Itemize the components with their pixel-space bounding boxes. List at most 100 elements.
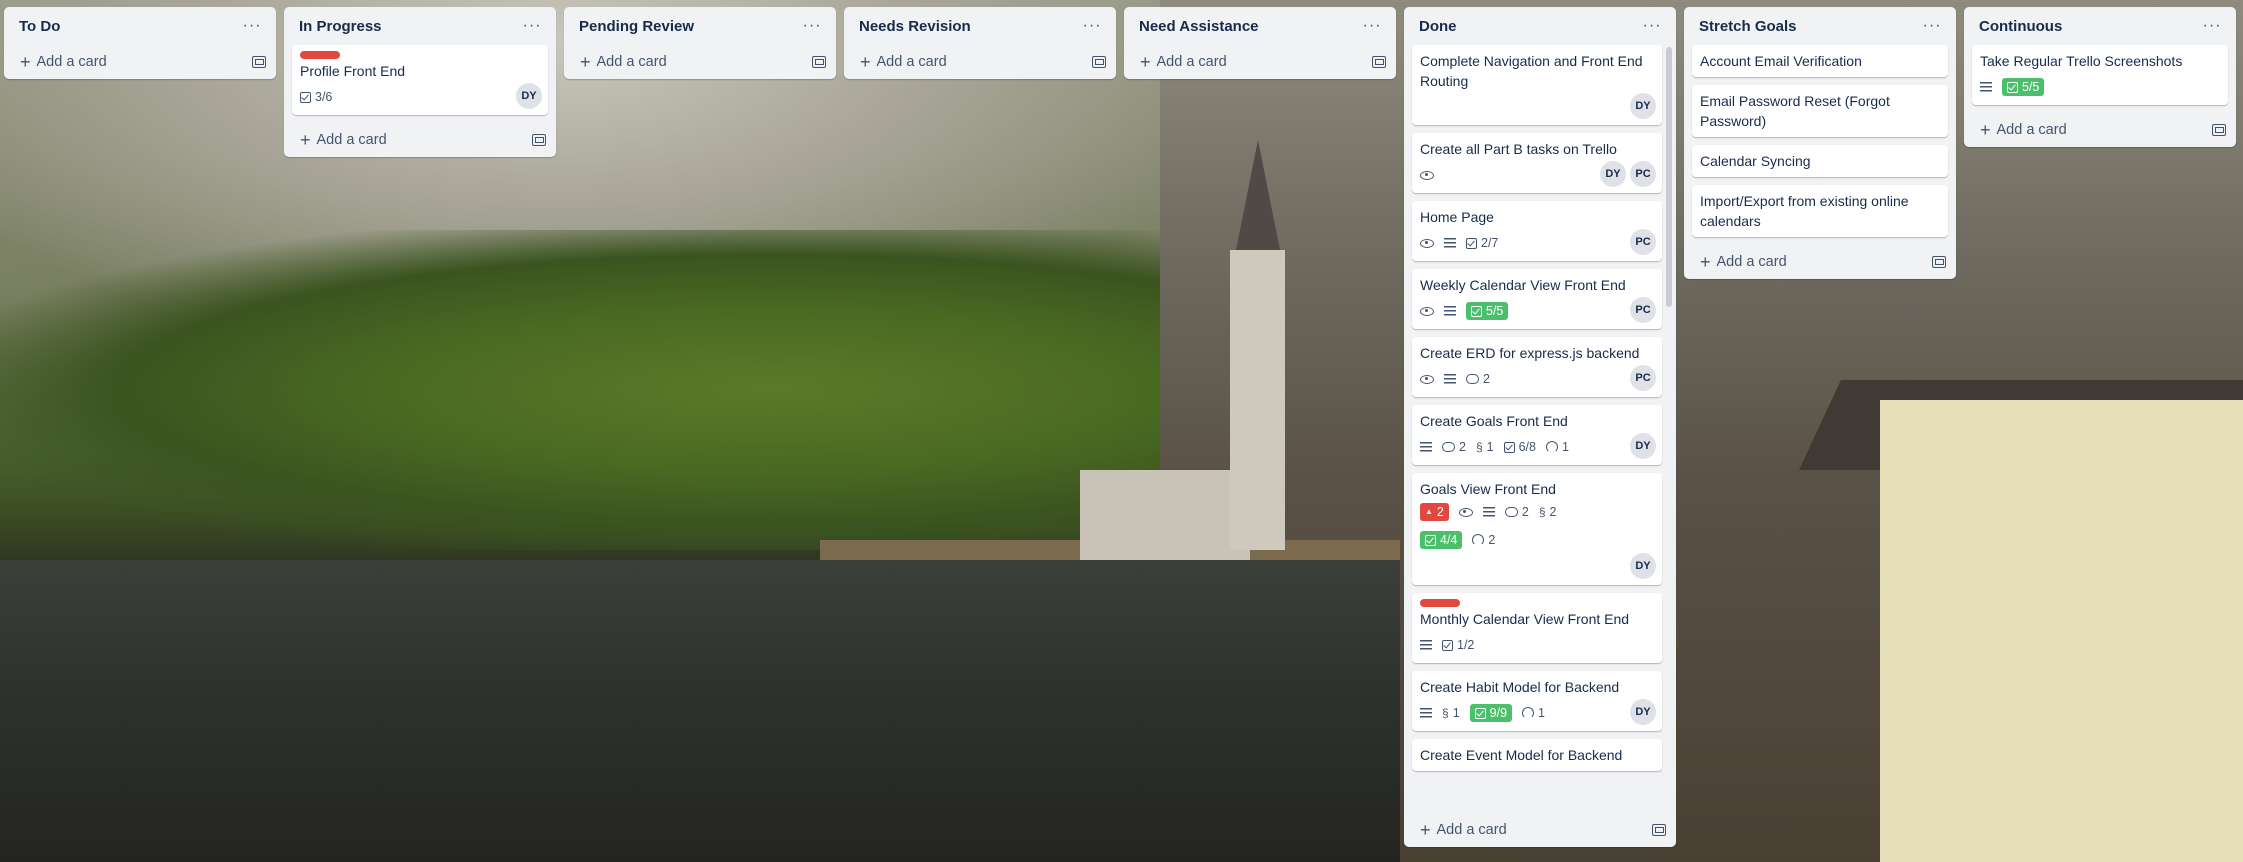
description-icon — [1444, 306, 1456, 316]
attachments-badge: § 1 — [1442, 706, 1460, 720]
avatar[interactable]: PC — [1630, 297, 1656, 323]
checklist-icon — [1503, 441, 1515, 453]
plus-icon: + — [860, 52, 871, 72]
plus-icon: + — [1420, 820, 1431, 840]
card-title: Create Habit Model for Backend — [1420, 679, 1620, 695]
card[interactable]: Create Event Model for Backend — [1412, 739, 1662, 771]
card[interactable]: Weekly Calendar View Front End 5/5 PC — [1412, 269, 1662, 329]
card[interactable]: Profile Front End 3/6 DY — [292, 45, 548, 115]
avatar[interactable]: DY — [1630, 699, 1656, 725]
template-icon[interactable] — [2212, 124, 2226, 136]
comment-icon — [1504, 507, 1518, 517]
description-icon — [1482, 507, 1495, 517]
github-badge: 1 — [1522, 706, 1545, 720]
add-card-button[interactable]: + Add a card — [300, 131, 387, 149]
card-list: Take Regular Trello Screenshots 5/5 — [1964, 45, 2236, 105]
add-card-label: Add a card — [1716, 254, 1787, 270]
paperclip-icon: § — [1475, 440, 1483, 454]
checklist-complete-badge: 4/4 — [1420, 531, 1463, 549]
card[interactable]: Import/Export from existing online calen… — [1692, 185, 1948, 237]
description-badge — [1444, 374, 1456, 384]
attachments-badge: § 2 — [1539, 505, 1557, 519]
comments-badge: 2 — [1504, 505, 1529, 519]
avatar[interactable]: DY — [516, 83, 542, 109]
template-icon[interactable] — [812, 56, 826, 68]
avatar[interactable]: DY — [1630, 553, 1656, 579]
avatar[interactable]: PC — [1630, 365, 1656, 391]
comments-badge: 2 — [1466, 372, 1490, 386]
list-title: Need Assistance — [1139, 17, 1259, 35]
scrollbar[interactable] — [1666, 47, 1672, 307]
template-icon[interactable] — [1652, 824, 1666, 836]
attachments-count: 1 — [1452, 706, 1460, 720]
add-card-button[interactable]: + Add a card — [1980, 121, 2067, 139]
card-badges: 5/5 — [1980, 75, 2220, 99]
add-card-label: Add a card — [1156, 54, 1227, 70]
list-menu-icon[interactable]: ··· — [1920, 18, 1944, 34]
github-badge: 1 — [1545, 440, 1569, 454]
avatar[interactable]: PC — [1630, 161, 1656, 187]
list-menu-icon[interactable]: ··· — [520, 18, 544, 34]
card[interactable]: Create Habit Model for Backend § 1 9/9 1 DY — [1412, 671, 1662, 731]
template-icon[interactable] — [1932, 256, 1946, 268]
list-menu-icon[interactable]: ··· — [2200, 18, 2224, 34]
card-label[interactable] — [300, 51, 340, 59]
card[interactable]: Home Page 2/7 PC — [1412, 201, 1662, 261]
checklist-icon — [2007, 81, 2018, 93]
eye-icon — [1420, 374, 1434, 384]
list-to-do: To Do ··· + Add a card — [4, 7, 276, 79]
avatar[interactable]: PC — [1630, 229, 1656, 255]
avatar[interactable]: DY — [1630, 93, 1656, 119]
checklist-count: 6/8 — [1518, 440, 1536, 454]
list-menu-icon[interactable]: ··· — [1360, 18, 1384, 34]
template-icon[interactable] — [252, 56, 266, 68]
list-header: Done ··· — [1404, 7, 1676, 45]
card[interactable]: Create Goals Front End 2 § 1 6/8 1 DY — [1412, 405, 1662, 465]
checklist-icon — [1466, 237, 1477, 249]
add-card-button[interactable]: + Add a card — [580, 53, 667, 71]
card[interactable]: Email Password Reset (Forgot Password) — [1692, 85, 1948, 137]
notifications-badge: ▲ 2 — [1420, 503, 1449, 521]
card[interactable]: Create all Part B tasks on Trello DY PC — [1412, 133, 1662, 193]
card-label[interactable] — [1420, 599, 1460, 607]
list-menu-icon[interactable]: ··· — [240, 18, 264, 34]
card-title: Account Email Verification — [1700, 53, 1862, 69]
card[interactable]: Take Regular Trello Screenshots 5/5 — [1972, 45, 2228, 105]
card-badges: 2 § 1 6/8 1 — [1420, 435, 1654, 459]
card-list: Profile Front End 3/6 DY — [284, 45, 556, 115]
add-card-button[interactable]: + Add a card — [860, 53, 947, 71]
card[interactable]: Goals View Front End ▲ 2 2 § 2 4/4 2 DY — [1412, 473, 1662, 585]
add-card-row: + Add a card — [1684, 245, 1956, 279]
card[interactable]: Account Email Verification — [1692, 45, 1948, 77]
list-header: In Progress ··· — [284, 7, 556, 45]
card[interactable]: Complete Navigation and Front End Routin… — [1412, 45, 1662, 125]
template-icon[interactable] — [1372, 56, 1386, 68]
card[interactable]: Create ERD for express.js backend 2 PC — [1412, 337, 1662, 397]
paperclip-icon: § — [1538, 505, 1546, 519]
card-title: Weekly Calendar View Front End — [1420, 277, 1626, 293]
add-card-button[interactable]: + Add a card — [1700, 253, 1787, 271]
template-icon[interactable] — [1092, 56, 1106, 68]
card-badges: 3/6 — [300, 85, 540, 109]
add-card-button[interactable]: + Add a card — [20, 53, 107, 71]
avatar[interactable]: DY — [1630, 433, 1656, 459]
list-title: Continuous — [1979, 17, 2063, 35]
checklist-count: 1/2 — [1457, 638, 1475, 652]
template-icon[interactable] — [532, 134, 546, 146]
list-title: Stretch Goals — [1699, 17, 1797, 35]
card[interactable]: Monthly Calendar View Front End 1/2 — [1412, 593, 1662, 663]
card-badges: 5/5 — [1420, 299, 1654, 323]
list-menu-icon[interactable]: ··· — [800, 18, 824, 34]
checklist-badge: 6/8 — [1503, 440, 1536, 454]
avatar[interactable]: DY — [1600, 161, 1626, 187]
list-menu-icon[interactable]: ··· — [1080, 18, 1104, 34]
card-badges: 1/2 — [1420, 633, 1654, 657]
list-title: To Do — [19, 17, 61, 35]
add-card-button[interactable]: + Add a card — [1140, 53, 1227, 71]
card-members: DY — [1630, 433, 1656, 459]
list-menu-icon[interactable]: ··· — [1640, 18, 1664, 34]
plus-icon: + — [20, 52, 31, 72]
card[interactable]: Calendar Syncing — [1692, 145, 1948, 177]
add-card-button[interactable]: + Add a card — [1420, 821, 1507, 839]
add-card-row: + Add a card — [564, 45, 836, 79]
